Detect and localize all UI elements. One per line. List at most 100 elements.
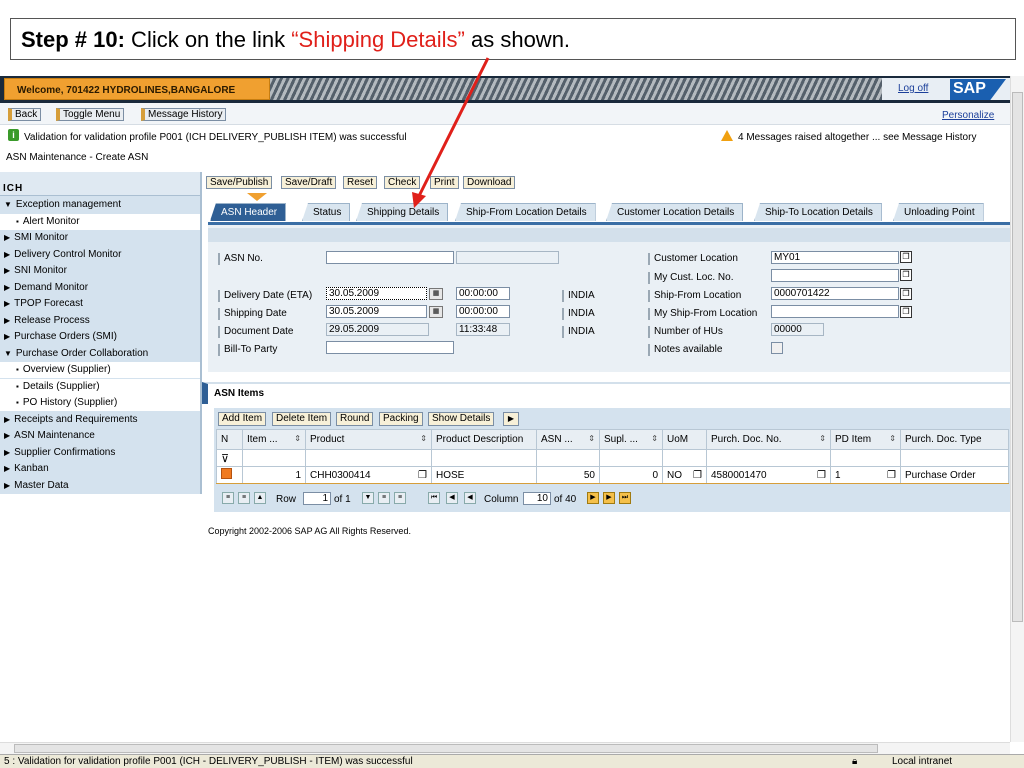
- delivery-time-input[interactable]: 00:00:00: [456, 287, 510, 300]
- filter-cell[interactable]: [830, 449, 901, 467]
- column-header[interactable]: Supl. ... ⇕: [599, 429, 663, 450]
- column-header[interactable]: Product Description: [431, 429, 537, 450]
- tab-customer-location-details[interactable]: Customer Location Details: [606, 203, 744, 221]
- sidebar-item[interactable]: ▶ SNI Monitor: [0, 263, 200, 279]
- value-help-icon[interactable]: ❐: [693, 470, 702, 481]
- delivery-date-input[interactable]: 30.05.2009: [326, 287, 427, 300]
- filter-cell[interactable]: [431, 449, 537, 467]
- sidebar-item[interactable]: ▶ SMI Monitor: [0, 230, 200, 246]
- bill-to-party-input[interactable]: [326, 341, 454, 354]
- column-header[interactable]: ASN ... ⇕: [536, 429, 600, 450]
- next-row-icon[interactable]: ▼: [362, 492, 374, 504]
- save-draft-button[interactable]: Save/Draft: [281, 176, 337, 189]
- expand-icon[interactable]: ▶: [4, 316, 10, 325]
- column-header[interactable]: Item ... ⇕: [242, 429, 306, 450]
- cell-uom[interactable]: NO ❐: [662, 466, 707, 484]
- print-button[interactable]: Print: [430, 176, 459, 189]
- table-row[interactable]: 1 CHH0300414 ❐ HOSE 50 0 NO ❐ 4580001470 ❐ …: [216, 466, 1009, 484]
- prev-column-page-icon[interactable]: ◀: [446, 492, 458, 504]
- prev-row-icon[interactable]: ▲: [254, 492, 266, 504]
- value-help-icon[interactable]: ❐: [887, 470, 896, 481]
- sort-icon[interactable]: ⇕: [588, 434, 595, 443]
- shipping-date-input[interactable]: 30.05.2009: [326, 305, 427, 318]
- calendar-icon[interactable]: ▦: [429, 288, 443, 300]
- sidebar-item[interactable]: ▪ PO History (Supplier): [0, 395, 200, 411]
- first-column-icon[interactable]: ⏮: [428, 492, 440, 504]
- expand-icon[interactable]: ▶: [4, 299, 10, 308]
- expand-icon[interactable]: ▶: [4, 332, 10, 341]
- my-ship-from-location-input[interactable]: [771, 305, 899, 318]
- sidebar-item[interactable]: ▶ Purchase Orders (SMI): [0, 329, 200, 345]
- sidebar-item[interactable]: ▶ Release Process: [0, 313, 200, 329]
- row-selector[interactable]: [216, 466, 243, 484]
- tab-unloading-point[interactable]: Unloading Point: [893, 203, 984, 221]
- next-page-icon[interactable]: ≡: [378, 492, 390, 504]
- filter-cell[interactable]: [599, 449, 663, 467]
- delete-item-button[interactable]: Delete Item: [272, 412, 332, 426]
- ship-from-location-input[interactable]: 0000701422: [771, 287, 899, 300]
- sidebar-item[interactable]: ▶ TPOP Forecast: [0, 296, 200, 312]
- sidebar-item[interactable]: ▶ ASN Maintenance: [0, 428, 200, 444]
- last-row-icon[interactable]: ≡: [394, 492, 406, 504]
- sidebar-item[interactable]: ▶ Master Data: [0, 478, 200, 494]
- value-help-icon[interactable]: ❐: [900, 251, 912, 263]
- filter-cell[interactable]: [242, 449, 306, 467]
- column-header[interactable]: Purch. Doc. No. ⇕: [706, 429, 831, 450]
- asn-no-input[interactable]: [326, 251, 454, 264]
- cell-asn-qty[interactable]: 50: [536, 466, 600, 484]
- save-publish-button[interactable]: Save/Publish: [206, 176, 273, 189]
- filter-cell[interactable]: [900, 449, 1009, 467]
- sidebar-item[interactable]: ▶ Supplier Confirmations: [0, 445, 200, 461]
- column-header[interactable]: UoM: [662, 429, 707, 450]
- prev-column-icon[interactable]: ◀: [464, 492, 476, 504]
- filter-cell[interactable]: [706, 449, 831, 467]
- row-select-icon[interactable]: [221, 468, 232, 479]
- vertical-scroll-thumb[interactable]: [1012, 92, 1023, 622]
- next-column-icon[interactable]: ▶: [587, 492, 599, 504]
- my-cust-loc-input[interactable]: [771, 269, 899, 282]
- filter-cell[interactable]: [305, 449, 432, 467]
- shipping-time-input[interactable]: 00:00:00: [456, 305, 510, 318]
- back-button[interactable]: Back: [8, 108, 42, 121]
- tab-status[interactable]: Status: [302, 203, 351, 221]
- filter-icon[interactable]: ⊽: [216, 449, 243, 467]
- filter-cell[interactable]: [536, 449, 600, 467]
- cell-purch-doc[interactable]: 4580001470 ❐: [706, 466, 831, 484]
- expand-icon[interactable]: ▶: [4, 266, 10, 275]
- show-details-button[interactable]: Show Details: [428, 412, 495, 426]
- column-header[interactable]: N: [216, 429, 243, 450]
- expand-icon[interactable]: ▶: [4, 233, 10, 242]
- sort-icon[interactable]: ⇕: [294, 434, 301, 443]
- sort-icon[interactable]: ⇕: [651, 434, 658, 443]
- value-help-icon[interactable]: ❐: [817, 470, 826, 481]
- value-help-icon[interactable]: ❐: [418, 470, 427, 481]
- more-buttons-icon[interactable]: ▶: [503, 412, 519, 426]
- sidebar-item[interactable]: ▪ Alert Monitor: [0, 213, 200, 230]
- last-column-icon[interactable]: ⏭: [619, 492, 631, 504]
- column-header[interactable]: Purch. Doc. Type: [900, 429, 1009, 450]
- tab-ship-to-location-details[interactable]: Ship-To Location Details: [754, 203, 882, 221]
- sidebar-item[interactable]: ▶ Receipts and Requirements: [0, 412, 200, 428]
- toggle-menu-button[interactable]: Toggle Menu: [56, 108, 125, 121]
- tab-shipping-details[interactable]: Shipping Details: [356, 203, 449, 221]
- expand-icon[interactable]: ▼: [4, 349, 12, 358]
- sidebar-item[interactable]: ▶ Delivery Control Monitor: [0, 247, 200, 263]
- expand-icon[interactable]: ▶: [4, 283, 10, 292]
- personalize-link[interactable]: Personalize: [942, 110, 994, 121]
- expand-icon[interactable]: ▶: [4, 481, 10, 490]
- cell-supl-qty[interactable]: 0: [599, 466, 663, 484]
- check-button[interactable]: Check: [384, 176, 421, 189]
- next-column-page-icon[interactable]: ▶: [603, 492, 615, 504]
- reset-button[interactable]: Reset: [343, 176, 378, 189]
- tab-ship-from-location-details[interactable]: Ship-From Location Details: [455, 203, 596, 221]
- sidebar-item[interactable]: ▪ Details (Supplier): [0, 378, 200, 395]
- sidebar-item[interactable]: ▪ Overview (Supplier): [0, 362, 200, 378]
- expand-icon[interactable]: ▶: [4, 250, 10, 259]
- download-button[interactable]: Download: [463, 176, 516, 189]
- expand-icon[interactable]: ▶: [4, 464, 10, 473]
- warning-message[interactable]: 4 Messages raised altogether ... see Mes…: [738, 132, 976, 143]
- notes-available-checkbox[interactable]: [771, 342, 783, 354]
- sidebar-item[interactable]: ▼ Purchase Order Collaboration: [0, 346, 200, 362]
- customer-location-input[interactable]: MY01: [771, 251, 899, 264]
- packing-button[interactable]: Packing: [379, 412, 423, 426]
